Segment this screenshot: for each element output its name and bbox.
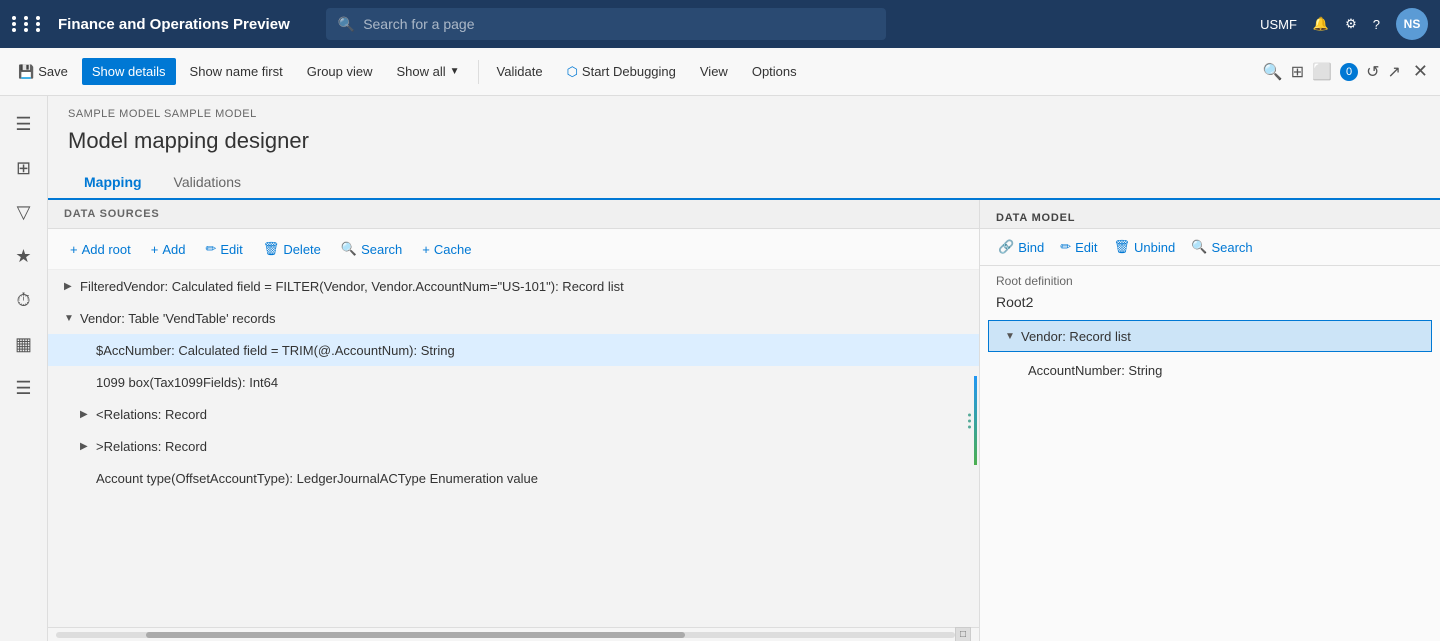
cache-icon-ds: + bbox=[422, 242, 430, 257]
tab-bar: Mapping Validations bbox=[48, 166, 1440, 200]
search-input[interactable] bbox=[363, 16, 874, 32]
data-sources-panel: DATA SOURCES + Add root + Add ✏ Edit bbox=[48, 200, 980, 641]
edit-icon-ds: ✏ bbox=[205, 241, 216, 257]
delete-button-ds[interactable]: 🗑 Delete bbox=[257, 237, 327, 261]
designer-container: DATA SOURCES + Add root + Add ✏ Edit bbox=[48, 200, 1440, 641]
add-root-button[interactable]: + Add root bbox=[64, 238, 137, 261]
show-details-button[interactable]: Show details bbox=[82, 58, 176, 85]
help-icon[interactable]: ? bbox=[1373, 17, 1380, 32]
chevron-down-icon-dm: ▼ bbox=[1005, 331, 1021, 342]
save-icon: 💾 bbox=[18, 64, 34, 80]
breadcrumb: SAMPLE MODEL SAMPLE MODEL bbox=[48, 96, 1440, 124]
chevron-down-icon: ▼ bbox=[450, 66, 460, 77]
root-definition-value: Root2 bbox=[980, 292, 1440, 318]
search-icon-ds: 🔍 bbox=[341, 241, 357, 257]
search-icon-dm: 🔍 bbox=[1191, 239, 1207, 255]
edit-icon-dm: ✏ bbox=[1060, 239, 1071, 255]
org-label: USMF bbox=[1260, 17, 1297, 32]
ds-item-1099[interactable]: 1099 box(Tax1099Fields): Int64 bbox=[48, 366, 979, 398]
app-grid-icon[interactable] bbox=[12, 16, 46, 32]
tab-validations[interactable]: Validations bbox=[158, 166, 257, 200]
scroll-track[interactable] bbox=[56, 632, 955, 638]
sidebar-item-favorites[interactable]: ★ bbox=[4, 236, 44, 276]
avatar[interactable]: NS bbox=[1396, 8, 1428, 40]
dm-item-accountnumber[interactable]: AccountNumber: String bbox=[980, 354, 1440, 386]
expand-icon[interactable]: ⬜ bbox=[1312, 62, 1332, 82]
show-all-button[interactable]: Show all ▼ bbox=[387, 58, 470, 85]
chevron-right-relations-lt: ▶ bbox=[80, 409, 96, 420]
badge-count: 0 bbox=[1340, 63, 1358, 81]
sidebar-item-modules[interactable]: ▦ bbox=[4, 324, 44, 364]
horizontal-scrollbar[interactable]: □ bbox=[48, 627, 979, 641]
unbind-button[interactable]: 🗑 Unbind bbox=[1108, 235, 1182, 259]
bind-icon: 🔗 bbox=[998, 239, 1014, 255]
close-button[interactable]: ✕ bbox=[1409, 57, 1432, 86]
ds-item-accnumber[interactable]: $AccNumber: Calculated field = TRIM(@.Ac… bbox=[48, 334, 979, 366]
bind-button[interactable]: 🔗 Bind bbox=[992, 235, 1050, 259]
ds-item-account-type[interactable]: Account type(OffsetAccountType): LedgerJ… bbox=[48, 462, 979, 494]
settings-icon[interactable]: ⚙ bbox=[1345, 16, 1357, 32]
refresh-icon[interactable]: ↺ bbox=[1366, 62, 1379, 82]
unbind-icon: 🗑 bbox=[1114, 239, 1131, 255]
data-model-panel: DATA MODEL 🔗 Bind ✏ Edit 🗑 Unbind bbox=[980, 200, 1440, 641]
data-model-header: DATA MODEL bbox=[980, 200, 1440, 229]
main-layout: ☰ ⊞ ▽ ★ ⏱ ▦ ☰ SAMPLE MODEL SAMPLE MODEL … bbox=[0, 96, 1440, 641]
ds-item-filtered-vendor[interactable]: ▶ FilteredVendor: Calculated field = FIL… bbox=[48, 270, 979, 302]
search-button-ds[interactable]: 🔍 Search bbox=[335, 237, 408, 261]
data-model-list: ▼ Vendor: Record list AccountNumber: Str… bbox=[980, 318, 1440, 641]
group-view-button[interactable]: Group view bbox=[297, 58, 383, 85]
chevron-down-icon-vendor: ▼ bbox=[64, 313, 80, 324]
cache-button-ds[interactable]: + Cache bbox=[416, 238, 477, 261]
start-debugging-button[interactable]: ⬡ Start Debugging bbox=[557, 58, 686, 86]
scroll-end: □ bbox=[955, 627, 971, 641]
save-button[interactable]: 💾 Save bbox=[8, 58, 78, 86]
actionbar-right: 🔍 ⊞ ⬜ 0 ↺ ↗ ✕ bbox=[1263, 57, 1432, 86]
notification-icon[interactable]: 🔔 bbox=[1313, 16, 1329, 32]
tab-mapping[interactable]: Mapping bbox=[68, 166, 158, 200]
chevron-right-relations-gt: ▶ bbox=[80, 441, 96, 452]
app-title: Finance and Operations Preview bbox=[58, 16, 290, 33]
action-bar: 💾 Save Show details Show name first Grou… bbox=[0, 48, 1440, 96]
sidebar-item-recent[interactable]: ⏱ bbox=[4, 280, 44, 320]
ds-item-relations-lt[interactable]: ▶ <Relations: Record bbox=[48, 398, 979, 430]
data-sources-header: DATA SOURCES bbox=[48, 200, 979, 229]
search-icon-ab[interactable]: 🔍 bbox=[1263, 62, 1283, 82]
plus-icon: + bbox=[70, 242, 78, 257]
search-button-dm[interactable]: 🔍 Search bbox=[1185, 235, 1258, 259]
ds-item-vendor[interactable]: ▼ Vendor: Table 'VendTable' records bbox=[48, 302, 979, 334]
data-sources-toolbar: + Add root + Add ✏ Edit 🗑 Delete bbox=[48, 229, 979, 270]
dm-item-vendor[interactable]: ▼ Vendor: Record list bbox=[988, 320, 1432, 352]
chevron-right-icon: ▶ bbox=[64, 281, 80, 292]
root-definition-label: Root definition bbox=[980, 266, 1440, 292]
scroll-thumb[interactable] bbox=[146, 632, 685, 638]
columns-icon[interactable]: ⊞ bbox=[1291, 62, 1304, 82]
separator-1 bbox=[478, 60, 479, 84]
plus-icon-2: + bbox=[151, 242, 159, 257]
debug-icon: ⬡ bbox=[567, 64, 578, 80]
sidebar-item-home[interactable]: ⊞ bbox=[4, 148, 44, 188]
open-new-icon[interactable]: ↗ bbox=[1388, 62, 1401, 82]
view-button[interactable]: View bbox=[690, 58, 738, 85]
main-content: SAMPLE MODEL SAMPLE MODEL Model mapping … bbox=[48, 96, 1440, 641]
edit-button-ds[interactable]: ✏ Edit bbox=[199, 237, 248, 261]
topbar-right-section: USMF 🔔 ⚙ ? NS bbox=[1260, 8, 1428, 40]
search-icon: 🔍 bbox=[338, 16, 355, 33]
data-model-toolbar: 🔗 Bind ✏ Edit 🗑 Unbind 🔍 Search bbox=[980, 229, 1440, 266]
delete-icon-ds: 🗑 bbox=[263, 241, 280, 257]
sidebar-item-list[interactable]: ☰ bbox=[4, 368, 44, 408]
options-button[interactable]: Options bbox=[742, 58, 807, 85]
sidebar-item-filter[interactable]: ▽ bbox=[4, 192, 44, 232]
data-sources-list: ▶ FilteredVendor: Calculated field = FIL… bbox=[48, 270, 979, 627]
side-indicator bbox=[974, 376, 977, 464]
ds-item-relations-gt[interactable]: ▶ >Relations: Record bbox=[48, 430, 979, 462]
add-button[interactable]: + Add bbox=[145, 238, 192, 261]
edit-button-dm[interactable]: ✏ Edit bbox=[1054, 235, 1103, 259]
page-title: Model mapping designer bbox=[48, 124, 1440, 166]
validate-button[interactable]: Validate bbox=[487, 58, 553, 85]
show-name-button[interactable]: Show name first bbox=[180, 58, 293, 85]
left-sidebar: ☰ ⊞ ▽ ★ ⏱ ▦ ☰ bbox=[0, 96, 48, 641]
top-navigation-bar: Finance and Operations Preview 🔍 USMF 🔔 … bbox=[0, 0, 1440, 48]
sidebar-item-hamburger[interactable]: ☰ bbox=[4, 104, 44, 144]
global-search-box[interactable]: 🔍 bbox=[326, 8, 886, 40]
